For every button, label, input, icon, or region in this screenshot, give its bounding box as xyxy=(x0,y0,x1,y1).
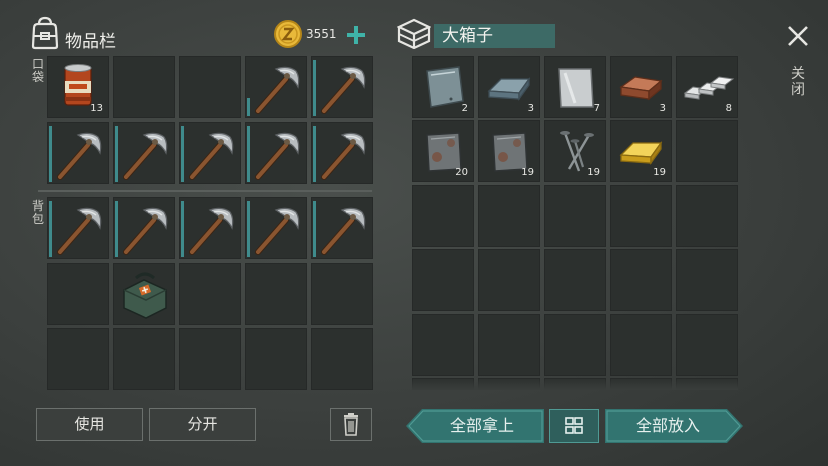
empty-slot[interactable] xyxy=(610,249,672,311)
item-count: 20 xyxy=(455,167,468,178)
item-count: 3 xyxy=(527,103,534,114)
empty-slot[interactable] xyxy=(478,249,540,311)
item-slot-pickaxe[interactable] xyxy=(311,56,373,118)
close-button[interactable] xyxy=(786,24,810,48)
take-all-label: 全部拿上 xyxy=(449,416,514,435)
plus-icon xyxy=(347,26,365,44)
close-label[interactable]: 关闭 xyxy=(790,66,806,98)
empty-slot[interactable] xyxy=(544,185,606,247)
empty-slot[interactable] xyxy=(412,249,474,311)
item-slot-pickaxe[interactable] xyxy=(179,197,241,259)
empty-slot[interactable] xyxy=(47,263,109,325)
empty-slot[interactable] xyxy=(676,185,738,247)
pickaxe-icon xyxy=(246,198,308,264)
item-count: 8 xyxy=(725,103,732,114)
pickaxe-icon xyxy=(312,198,374,264)
pickaxe-icon xyxy=(114,198,176,264)
pickaxe-icon xyxy=(180,123,242,189)
item-count: 2 xyxy=(461,103,468,114)
pickaxe-icon xyxy=(246,123,308,189)
item-slot-pickaxe[interactable] xyxy=(113,122,175,184)
item-count: 7 xyxy=(593,103,600,114)
empty-slot[interactable] xyxy=(478,185,540,247)
take-all-button[interactable]: 全部拿上 xyxy=(406,409,544,443)
item-slot-gold-ingot[interactable]: 19 xyxy=(610,120,672,182)
item-slot-pickaxe[interactable] xyxy=(113,197,175,259)
add-coins-button[interactable] xyxy=(345,24,367,46)
item-slot-rusty-iron-plate[interactable]: 19 xyxy=(478,120,540,182)
empty-slot[interactable] xyxy=(544,314,606,376)
empty-slot[interactable] xyxy=(245,328,307,390)
put-all-button[interactable]: 全部放入 xyxy=(605,409,743,443)
coin-count: 3551 xyxy=(306,27,337,41)
item-slot-iron-plate[interactable]: 2 xyxy=(412,56,474,118)
pickaxe-icon xyxy=(312,57,374,123)
split-button[interactable]: 分开 xyxy=(149,408,256,441)
empty-slot[interactable] xyxy=(311,263,373,325)
item-slot-iron-ingot[interactable]: 3 xyxy=(478,56,540,118)
empty-slot[interactable] xyxy=(478,314,540,376)
item-slot-pickaxe[interactable] xyxy=(245,197,307,259)
trash-icon xyxy=(344,413,358,436)
item-slot-pickaxe[interactable] xyxy=(47,197,109,259)
trash-button[interactable] xyxy=(330,408,372,441)
backpack-icon xyxy=(30,16,60,50)
pickaxe-icon xyxy=(48,198,110,264)
empty-slot[interactable] xyxy=(179,263,241,325)
item-slot-aluminum-ingots[interactable]: 8 xyxy=(676,56,738,118)
use-button[interactable]: 使用 xyxy=(36,408,143,441)
item-slot-pickaxe[interactable] xyxy=(245,56,307,118)
empty-slot[interactable] xyxy=(676,249,738,311)
item-slot-pickaxe[interactable] xyxy=(179,122,241,184)
pickaxe-icon xyxy=(180,198,242,264)
empty-slot[interactable] xyxy=(412,314,474,376)
backpack-label: 背包 xyxy=(31,199,44,226)
coin-icon xyxy=(274,20,302,48)
item-slot-pickaxe[interactable] xyxy=(311,197,373,259)
pickaxe-icon xyxy=(246,57,308,123)
empty-slot[interactable] xyxy=(113,328,175,390)
item-count: 19 xyxy=(521,167,534,178)
empty-slot[interactable] xyxy=(179,328,241,390)
medkit-bag-icon xyxy=(114,264,176,330)
empty-slot[interactable] xyxy=(47,328,109,390)
pocket-label: 口袋 xyxy=(31,57,44,84)
empty-slot[interactable] xyxy=(544,249,606,311)
item-slot-pickaxe[interactable] xyxy=(245,122,307,184)
grid-sort-icon xyxy=(565,417,583,434)
item-slot-pickaxe[interactable] xyxy=(47,122,109,184)
item-count: 19 xyxy=(587,167,600,178)
item-count: 13 xyxy=(90,103,103,114)
empty-slot[interactable] xyxy=(245,263,307,325)
item-slot-steel-plate[interactable]: 7 xyxy=(544,56,606,118)
item-slot-rusty-iron-plate[interactable]: 20 xyxy=(412,120,474,182)
pickaxe-icon xyxy=(48,123,110,189)
inventory-title: 物品栏 xyxy=(65,32,116,52)
empty-slot[interactable] xyxy=(179,56,241,118)
empty-slot[interactable] xyxy=(113,56,175,118)
item-slot-canned-food[interactable]: 13 xyxy=(47,56,109,118)
chest-scroll-fade xyxy=(412,378,738,390)
item-slot-medkit-bag[interactable] xyxy=(113,263,175,325)
empty-slot[interactable] xyxy=(676,120,738,182)
empty-slot[interactable] xyxy=(610,185,672,247)
empty-slot[interactable] xyxy=(610,314,672,376)
empty-slot[interactable] xyxy=(676,314,738,376)
item-count: 3 xyxy=(659,103,666,114)
item-slot-pickaxe[interactable] xyxy=(311,122,373,184)
item-slot-nails[interactable]: 19 xyxy=(544,120,606,182)
close-icon xyxy=(788,26,808,46)
chest-icon xyxy=(396,17,432,50)
section-divider xyxy=(38,190,372,192)
pickaxe-icon xyxy=(312,123,374,189)
empty-slot[interactable] xyxy=(412,185,474,247)
chest-name-field[interactable]: 大箱子 xyxy=(434,24,555,48)
item-count: 19 xyxy=(653,167,666,178)
put-all-label: 全部放入 xyxy=(635,416,700,435)
pickaxe-icon xyxy=(114,123,176,189)
item-slot-copper-ingot[interactable]: 3 xyxy=(610,56,672,118)
empty-slot[interactable] xyxy=(311,328,373,390)
sort-button[interactable] xyxy=(549,409,599,443)
